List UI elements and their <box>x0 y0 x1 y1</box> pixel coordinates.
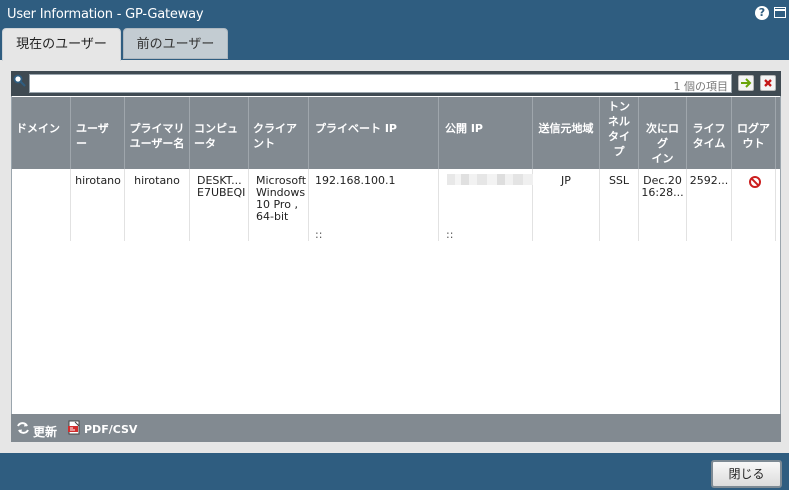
column-header-user[interactable]: ユーザ ー <box>72 97 125 169</box>
cell-computer-line: E7UBEQI <box>197 186 246 199</box>
public-ipv6: :: <box>446 228 454 241</box>
cell-domain <box>12 169 71 241</box>
cell-login-line: 16:28... <box>641 186 684 199</box>
redacted-public-ip <box>447 174 533 185</box>
help-icon[interactable]: ? <box>755 6 769 20</box>
column-header-line: ウト <box>742 137 765 150</box>
arrow-right-icon <box>741 78 752 88</box>
column-header-next-login[interactable]: 次にログ イン <box>639 97 687 169</box>
column-header-line: タイ <box>608 130 630 143</box>
column-header-domain[interactable]: ドメイン <box>12 97 71 169</box>
column-header-line: プライベート IP <box>315 122 397 135</box>
column-header-logout[interactable]: ログア ウト <box>732 97 776 169</box>
column-header-line: ント <box>253 137 275 150</box>
column-header-line: クライア <box>253 122 297 135</box>
tab-current-users[interactable]: 現在のユーザー <box>2 28 121 61</box>
column-header-line: 公開 IP <box>445 122 483 135</box>
column-header-line: プ <box>613 145 625 158</box>
window-title: User Information - GP-Gateway <box>7 7 204 22</box>
column-header-line: タイム <box>692 137 726 150</box>
column-header-line: ライフ <box>692 122 726 135</box>
column-header-line: ユーザ <box>76 122 109 135</box>
column-header-line: ドメイン <box>16 122 60 135</box>
column-header-computer[interactable]: コンピュ ータ <box>190 97 249 169</box>
private-ipv6: :: <box>315 228 323 241</box>
column-header-primary-user[interactable]: プライマリ ユーザー名 <box>125 97 190 169</box>
item-count: 1 個の項目 <box>673 80 729 93</box>
column-header-line: 送信元地域 <box>538 122 594 135</box>
search-icon <box>13 74 26 87</box>
search-clear-button[interactable] <box>760 75 776 91</box>
cell-client-line: 64-bit <box>256 210 289 223</box>
column-header-line: ユーザー名 <box>129 137 185 150</box>
search-input[interactable] <box>29 74 732 93</box>
column-header-line: イン <box>651 152 674 165</box>
column-header-private-ip[interactable]: プライベート IP <box>309 97 439 169</box>
cell-private-ip: 192.168.100.1 <box>309 169 439 241</box>
pdf-csv-icon[interactable] <box>67 420 82 435</box>
cell-tunnel-type: SSL <box>600 169 639 241</box>
tab-previous-users[interactable]: 前のユーザー <box>123 28 228 59</box>
column-header-line: トン <box>608 100 630 113</box>
cell-computer: DESKT... E7UBEQI <box>190 169 249 241</box>
refresh-button-label[interactable]: 更新 <box>33 423 57 440</box>
close-button[interactable]: 閉じる <box>711 460 782 488</box>
column-header-line: ログア <box>737 122 770 135</box>
cell-client: Microsoft Windows 10 Pro , 64-bit <box>249 169 309 241</box>
column-header-line: プライマリ <box>129 122 185 135</box>
search-go-button[interactable] <box>738 75 754 91</box>
x-icon <box>764 79 772 87</box>
cell-source-region: JP <box>533 169 600 241</box>
cell-user: hirotano <box>72 169 125 241</box>
cell-lifetime: 2592... <box>687 169 732 241</box>
column-header-line: ネル <box>608 115 630 128</box>
column-header-line: 次にログ <box>646 122 679 150</box>
export-button-label[interactable]: PDF/CSV <box>84 423 137 436</box>
column-header-lifetime[interactable]: ライフ タイム <box>687 97 732 169</box>
column-header-client[interactable]: クライア ント <box>249 97 309 169</box>
refresh-icon[interactable] <box>16 421 30 435</box>
window-icon[interactable] <box>774 7 786 18</box>
cell-next-login: Dec.20 16:28... <box>639 169 687 241</box>
column-header-source-region[interactable]: 送信元地域 <box>533 97 600 169</box>
no-entry-icon[interactable] <box>749 176 761 188</box>
cell-primary-user: hirotano <box>125 169 190 241</box>
column-header-line: コンピュ <box>194 122 238 135</box>
column-header-line: ー <box>76 137 87 150</box>
column-header-public-ip[interactable]: 公開 IP <box>439 97 533 169</box>
column-header-tunnel-type[interactable]: トン ネル タイ プ <box>600 97 639 169</box>
column-header-line: ータ <box>194 137 216 150</box>
